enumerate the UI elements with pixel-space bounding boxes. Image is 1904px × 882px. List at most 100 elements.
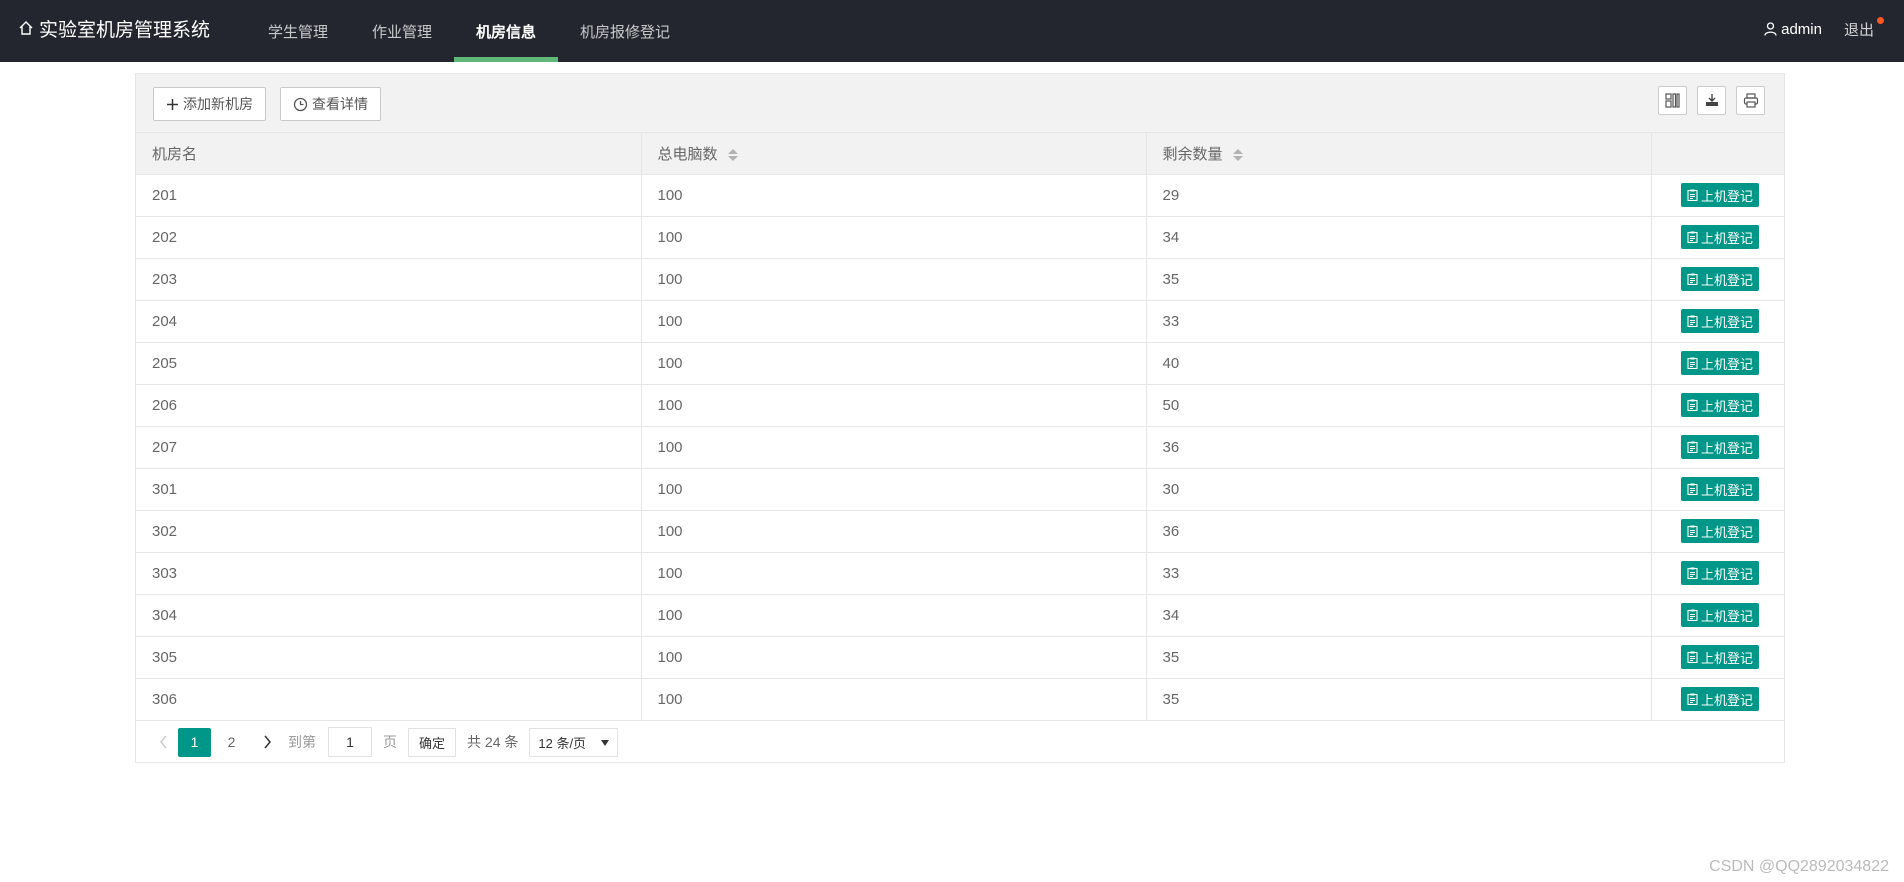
columns-icon[interactable] xyxy=(1658,86,1687,115)
register-button[interactable]: 上机登记 xyxy=(1680,519,1759,543)
cell-lab-name: 203 xyxy=(136,258,642,301)
table-row: 202 100 34 上机登记 xyxy=(136,216,1784,259)
cell-total-pcs: 100 xyxy=(641,216,1147,259)
table-row: 301 100 30 上机登记 xyxy=(136,468,1784,511)
cell-lab-name: 302 xyxy=(136,510,642,553)
cell-actions: 上机登记 xyxy=(1651,510,1784,553)
cell-actions: 上机登记 xyxy=(1651,594,1784,637)
total-count: 共 24 条 xyxy=(467,734,519,750)
table-row: 306 100 35 上机登记 xyxy=(136,678,1784,721)
goto-page-input[interactable] xyxy=(328,727,372,757)
register-label: 上机登记 xyxy=(1700,482,1753,498)
sort-icon[interactable] xyxy=(727,148,738,162)
column-header-remaining[interactable]: 剩余数量 xyxy=(1146,133,1652,175)
register-label: 上机登记 xyxy=(1700,566,1753,582)
register-label: 上机登记 xyxy=(1700,398,1753,414)
cell-remaining: 33 xyxy=(1146,300,1652,343)
register-button[interactable]: 上机登记 xyxy=(1680,561,1759,585)
register-button[interactable]: 上机登记 xyxy=(1680,393,1759,417)
plus-icon xyxy=(167,98,178,110)
cell-remaining: 30 xyxy=(1146,468,1652,511)
register-button[interactable]: 上机登记 xyxy=(1680,435,1759,459)
register-button[interactable]: 上机登记 xyxy=(1680,351,1759,375)
logout-link[interactable]: 退出 xyxy=(1843,16,1884,40)
cell-total-pcs: 100 xyxy=(641,552,1147,595)
cell-remaining: 29 xyxy=(1146,174,1652,217)
table-header-row: 机房名 总电脑数 剩余数量 xyxy=(136,133,1784,175)
register-button[interactable]: 上机登记 xyxy=(1680,309,1759,333)
nav-label: 机房报修登记 xyxy=(580,23,671,41)
cell-total-pcs: 100 xyxy=(641,678,1147,721)
register-button[interactable]: 上机登记 xyxy=(1680,477,1759,501)
watermark: CSDN @QQ2892034822 xyxy=(1709,858,1889,875)
nav-item-students[interactable]: 学生管理 xyxy=(246,0,350,62)
register-label: 上机登记 xyxy=(1700,692,1753,708)
clipboard-icon xyxy=(1687,231,1698,243)
cell-lab-name: 207 xyxy=(136,426,642,469)
cell-total-pcs: 100 xyxy=(641,636,1147,679)
clipboard-icon xyxy=(1687,189,1698,201)
export-icon[interactable] xyxy=(1697,86,1726,115)
clipboard-icon xyxy=(1687,441,1698,453)
column-label: 总电脑数 xyxy=(657,145,718,163)
confirm-page-button[interactable]: 确定 xyxy=(408,727,457,757)
view-detail-button[interactable]: 查看详情 xyxy=(280,87,381,121)
column-label: 机房名 xyxy=(152,145,198,163)
table-toolbar: 添加新机房 查看详情 xyxy=(136,74,1784,133)
register-button[interactable]: 上机登记 xyxy=(1680,687,1759,711)
page-2[interactable]: 2 xyxy=(215,728,248,757)
page-1[interactable]: 1 xyxy=(178,727,211,757)
nav-item-repair[interactable]: 机房报修登记 xyxy=(558,0,692,62)
register-button[interactable]: 上机登记 xyxy=(1680,225,1759,249)
register-button[interactable]: 上机登记 xyxy=(1680,267,1759,291)
app-logo[interactable]: 实验室机房管理系统 xyxy=(18,0,210,56)
register-label: 上机登记 xyxy=(1700,272,1753,288)
user-name: admin xyxy=(1781,20,1822,38)
nav-label: 学生管理 xyxy=(268,23,329,41)
table-row: 205 100 40 上机登记 xyxy=(136,342,1784,385)
cell-remaining: 35 xyxy=(1146,636,1652,679)
register-label: 上机登记 xyxy=(1700,314,1753,330)
cell-total-pcs: 100 xyxy=(641,258,1147,301)
pagination: 1 2 到第 页 确定 共 24 条 12 条/页 xyxy=(136,721,1784,764)
print-icon[interactable] xyxy=(1736,86,1765,115)
clipboard-icon xyxy=(1687,357,1698,369)
table-row: 304 100 34 上机登记 xyxy=(136,594,1784,637)
cell-actions: 上机登记 xyxy=(1651,426,1784,469)
cell-actions: 上机登记 xyxy=(1651,342,1784,385)
user-icon xyxy=(1764,22,1777,36)
lab-table-container: 添加新机房 查看详情 机房名 总电脑数 剩余数量 201 100 29 上机登记… xyxy=(135,73,1785,763)
user-menu[interactable]: admin xyxy=(1764,21,1822,38)
cell-actions: 上机登记 xyxy=(1651,552,1784,595)
clipboard-icon xyxy=(1687,315,1698,327)
logout-label: 退出 xyxy=(1843,21,1874,39)
nav-label: 作业管理 xyxy=(372,23,433,41)
table-row: 305 100 35 上机登记 xyxy=(136,636,1784,679)
register-label: 上机登记 xyxy=(1700,524,1753,540)
clipboard-icon xyxy=(1687,567,1698,579)
cell-lab-name: 304 xyxy=(136,594,642,637)
cell-remaining: 36 xyxy=(1146,426,1652,469)
table-row: 201 100 29 上机登记 xyxy=(136,174,1784,217)
cell-total-pcs: 100 xyxy=(641,468,1147,511)
register-label: 上机登记 xyxy=(1700,440,1753,456)
main-nav: 学生管理 作业管理 机房信息 机房报修登记 xyxy=(246,0,692,62)
page-size-select[interactable]: 12 条/页 xyxy=(529,727,619,757)
sort-icon[interactable] xyxy=(1232,148,1243,162)
cell-remaining: 35 xyxy=(1146,258,1652,301)
column-header-total-pcs[interactable]: 总电脑数 xyxy=(641,133,1147,175)
nav-item-homework[interactable]: 作业管理 xyxy=(350,0,454,62)
cell-remaining: 35 xyxy=(1146,678,1652,721)
cell-lab-name: 205 xyxy=(136,342,642,385)
nav-item-lab-info[interactable]: 机房信息 xyxy=(454,0,559,62)
notification-dot xyxy=(1877,16,1884,24)
register-button[interactable]: 上机登记 xyxy=(1680,603,1759,627)
next-page-button[interactable] xyxy=(254,728,280,756)
register-button[interactable]: 上机登记 xyxy=(1680,645,1759,669)
prev-page-button[interactable] xyxy=(150,728,176,756)
cell-lab-name: 303 xyxy=(136,552,642,595)
cell-total-pcs: 100 xyxy=(641,384,1147,427)
register-button[interactable]: 上机登记 xyxy=(1680,183,1759,207)
register-label: 上机登记 xyxy=(1700,650,1753,666)
add-lab-button[interactable]: 添加新机房 xyxy=(153,87,266,121)
